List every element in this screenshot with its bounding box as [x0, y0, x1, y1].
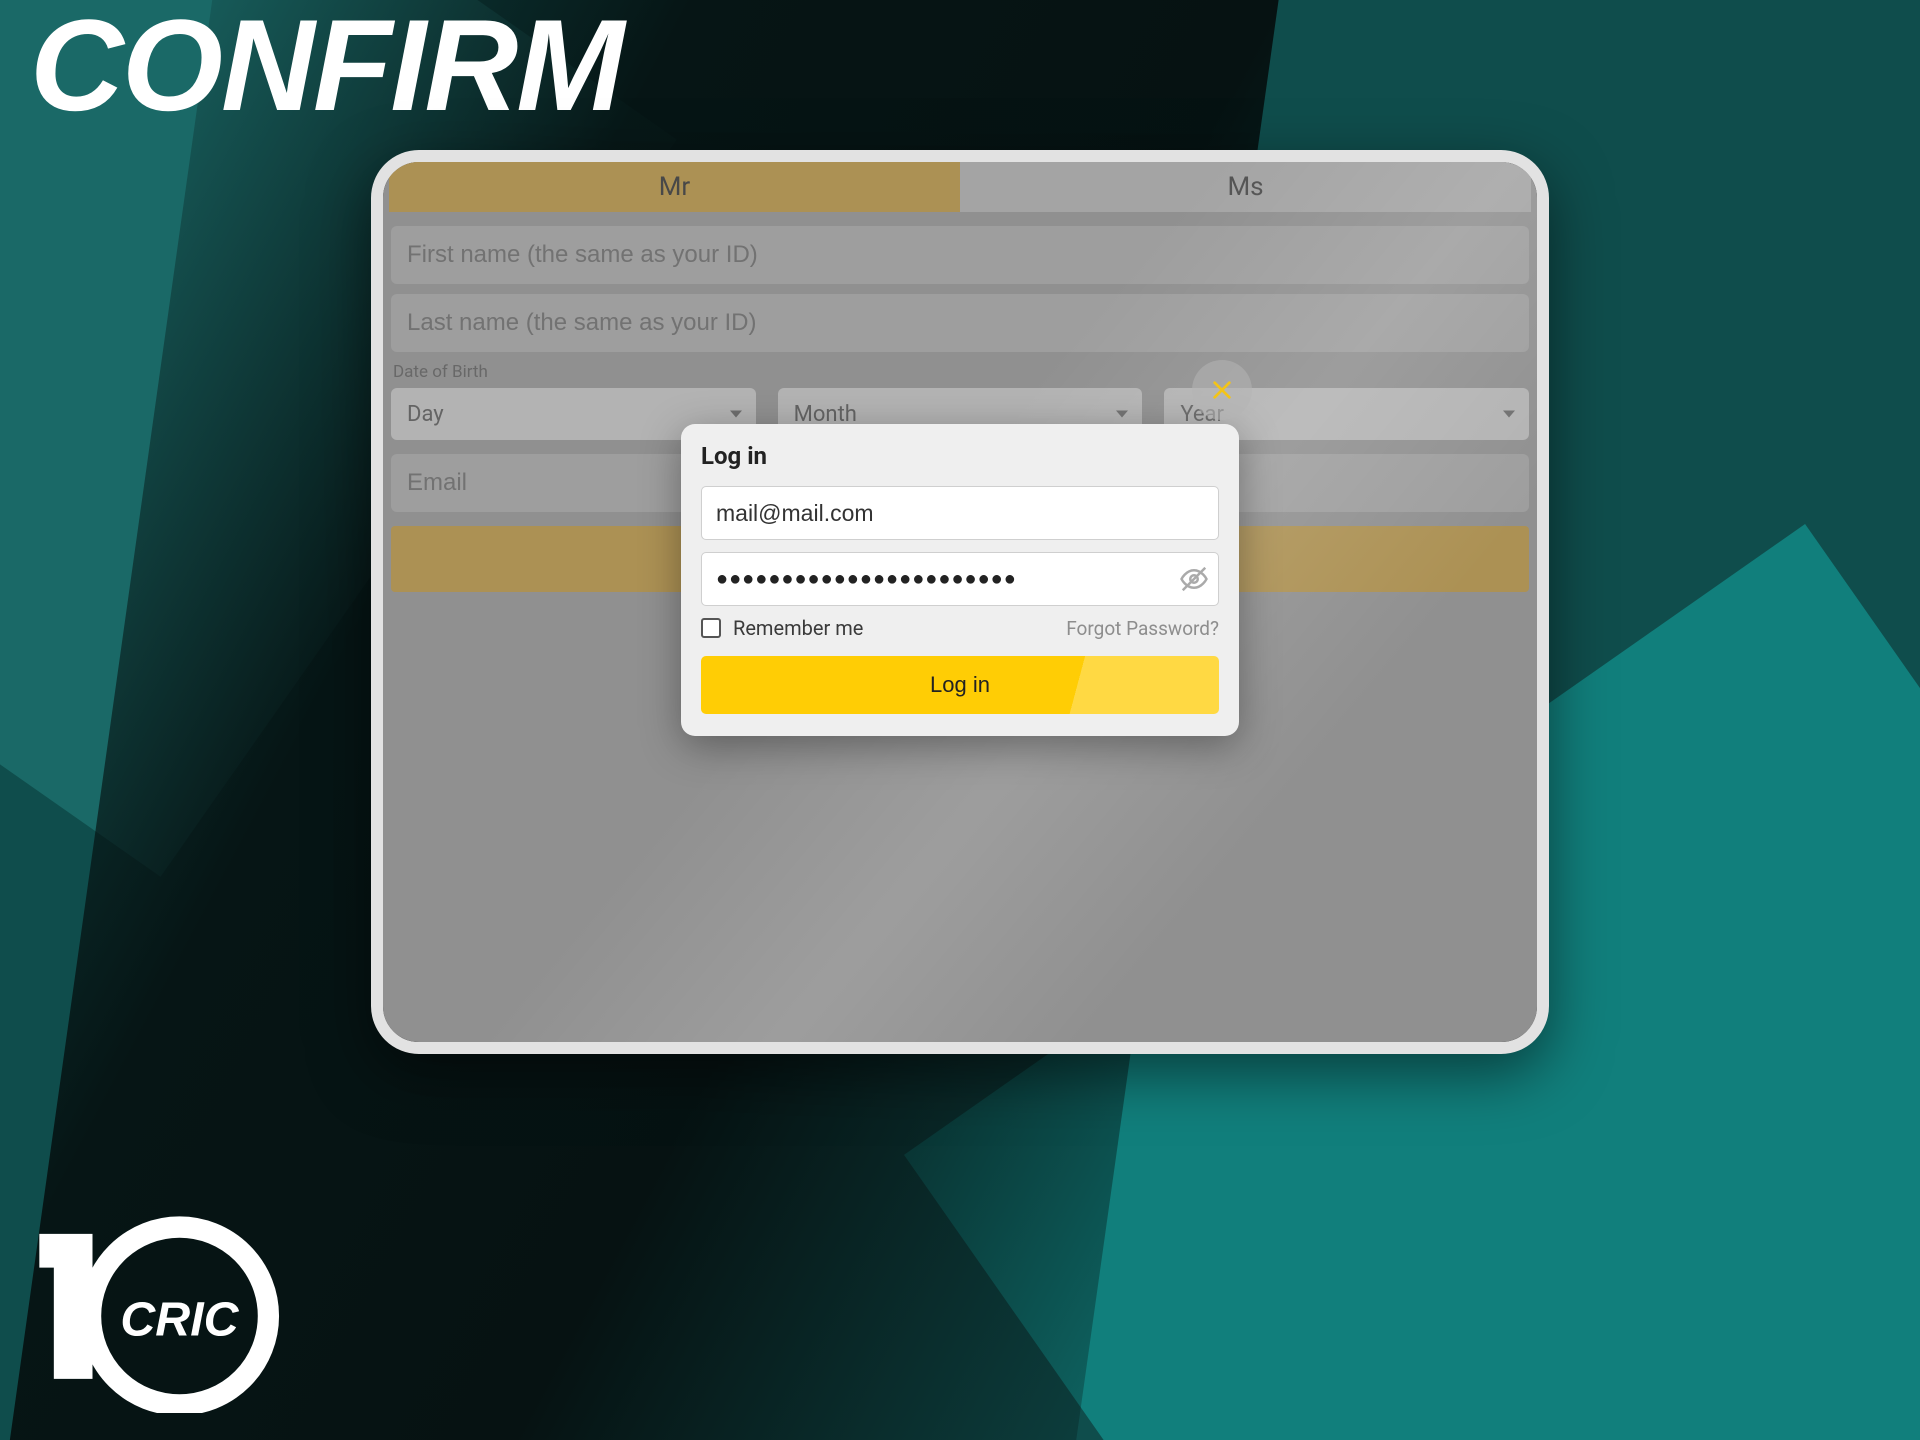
brand-text: CRIC	[120, 1292, 239, 1346]
close-button[interactable]	[1192, 360, 1252, 420]
tablet-screen: Mr Ms Date of Birth Day Month	[383, 162, 1537, 1042]
brand-logo: CRIC	[20, 1200, 310, 1420]
close-icon	[1211, 379, 1233, 401]
forgot-password-link[interactable]: Forgot Password?	[1066, 617, 1219, 640]
checkbox-box	[701, 618, 721, 638]
toggle-password-visibility[interactable]	[1179, 564, 1209, 594]
remember-me-label: Remember me	[733, 616, 863, 640]
login-modal: Log in Remember me Forgot Password	[681, 424, 1239, 736]
tablet-frame: Mr Ms Date of Birth Day Month	[371, 150, 1549, 1054]
login-modal-title: Log in	[701, 442, 1219, 470]
remember-me-checkbox[interactable]: Remember me	[701, 616, 863, 640]
login-email-input[interactable]	[701, 486, 1219, 540]
page-title: CONFIRM	[30, 0, 623, 130]
login-password-input[interactable]	[701, 552, 1219, 606]
login-submit-button[interactable]: Log in	[701, 656, 1219, 714]
eye-off-icon	[1179, 564, 1209, 594]
